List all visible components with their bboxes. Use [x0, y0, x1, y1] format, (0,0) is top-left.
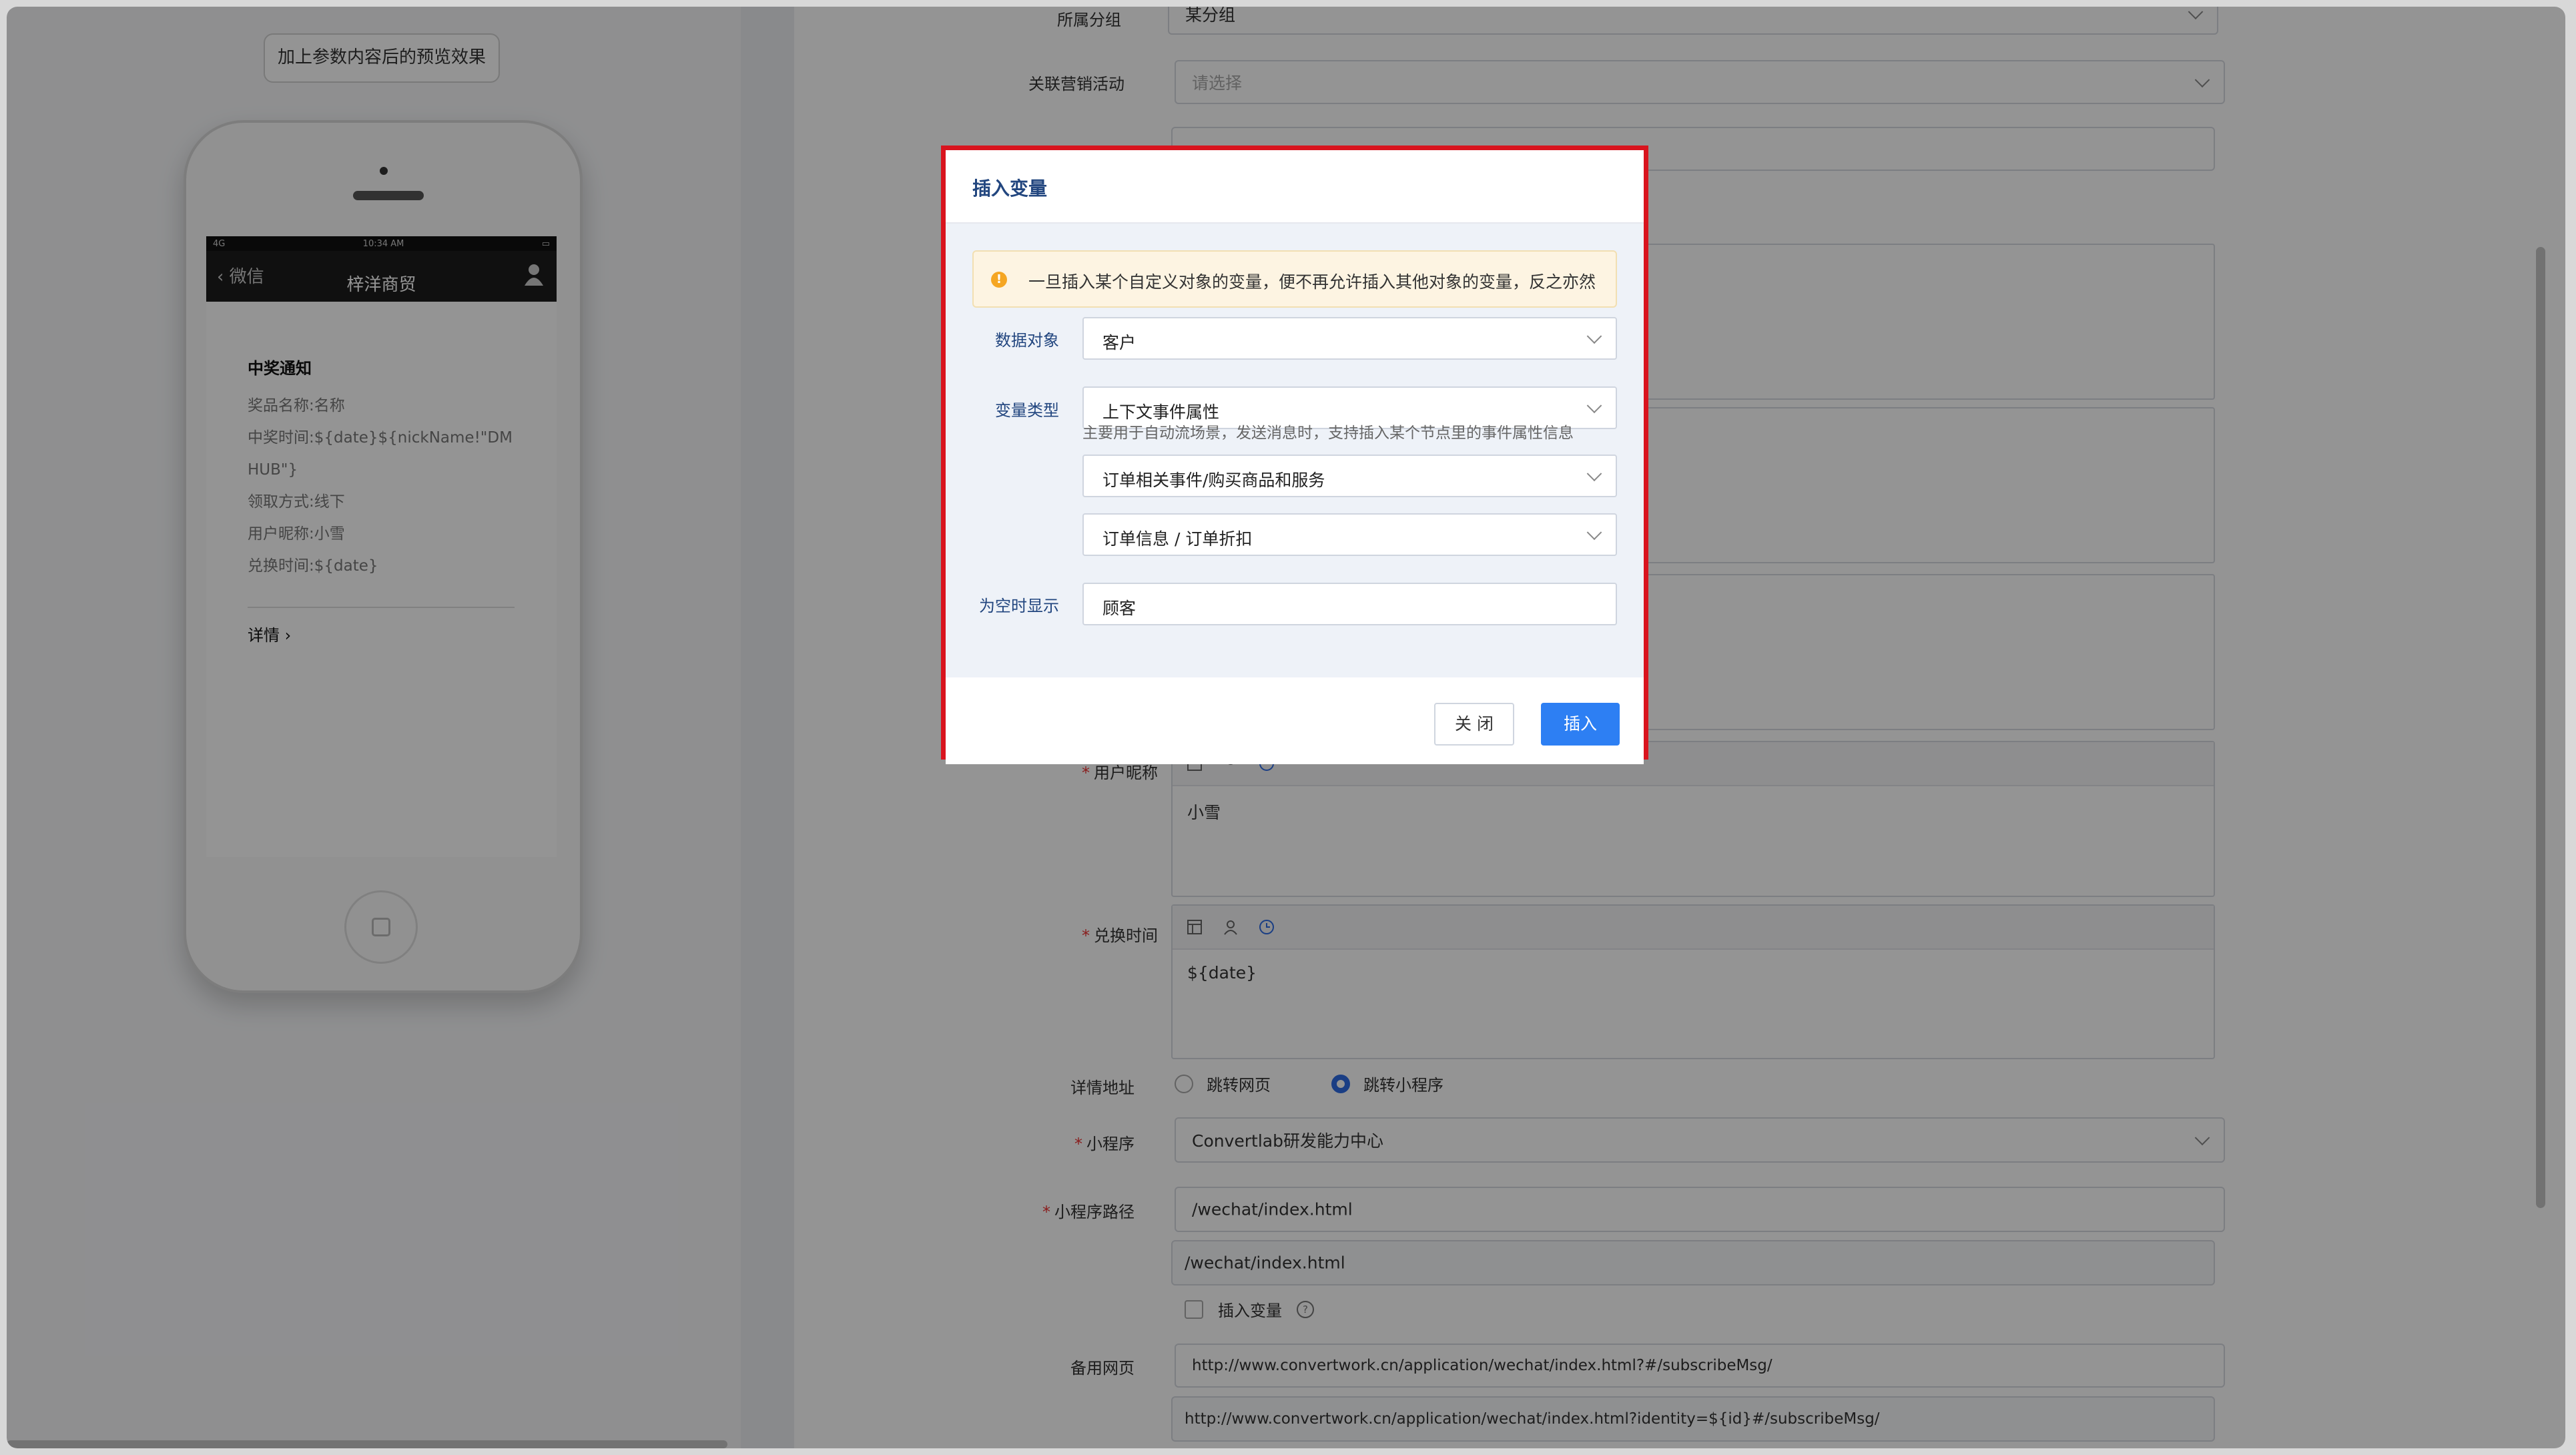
empty-display-label: 为空时显示 [979, 597, 1059, 615]
dialog-body: ! 一旦插入某个自定义对象的变量，便不再允许插入其他对象的变量，反之亦然 数据对… [946, 224, 1644, 677]
dialog-title: 插入变量 [972, 178, 1048, 200]
data-object-value: 客户 [1102, 333, 1137, 352]
event-value: 订单相关事件/购买商品和服务 [1102, 471, 1325, 490]
event-select[interactable]: 订单相关事件/购买商品和服务 [1082, 455, 1617, 497]
dialog-footer: 关 闭 插入 [946, 677, 1644, 764]
warning-alert: ! 一旦插入某个自定义对象的变量，便不再允许插入其他对象的变量，反之亦然 [972, 250, 1617, 308]
var-type-hint: 主要用于自动流场景，发送消息时，支持插入某个节点里的事件属性信息 [1082, 424, 1574, 442]
close-button[interactable]: 关 闭 [1434, 703, 1514, 746]
chevron-down-icon [1586, 525, 1602, 541]
chevron-down-icon [1586, 466, 1602, 482]
attribute-select[interactable]: 订单信息 / 订单折扣 [1082, 513, 1617, 556]
data-object-label: 数据对象 [995, 331, 1059, 350]
app-window: 加上参数内容后的预览效果 4G 10:34 AM ▭ ‹ 微信 梓洋商贸 中奖通… [7, 7, 2565, 1448]
chevron-down-icon [1586, 328, 1602, 344]
var-type-label: 变量类型 [995, 401, 1059, 420]
insert-button[interactable]: 插入 [1541, 703, 1620, 746]
insert-variable-dialog: 插入变量 ! 一旦插入某个自定义对象的变量，便不再允许插入其他对象的变量，反之亦… [941, 146, 1648, 764]
data-object-select[interactable]: 客户 [1082, 317, 1617, 360]
empty-display-input[interactable]: 顾客 [1082, 583, 1617, 625]
empty-display-value: 顾客 [1102, 599, 1137, 618]
dialog-header: 插入变量 [946, 150, 1644, 224]
warning-text: 一旦插入某个自定义对象的变量，便不再允许插入其他对象的变量，反之亦然 [1028, 272, 1596, 292]
attribute-value: 订单信息 / 订单折扣 [1102, 529, 1253, 549]
warning-icon: ! [991, 272, 1007, 288]
chevron-down-icon [1586, 398, 1602, 414]
